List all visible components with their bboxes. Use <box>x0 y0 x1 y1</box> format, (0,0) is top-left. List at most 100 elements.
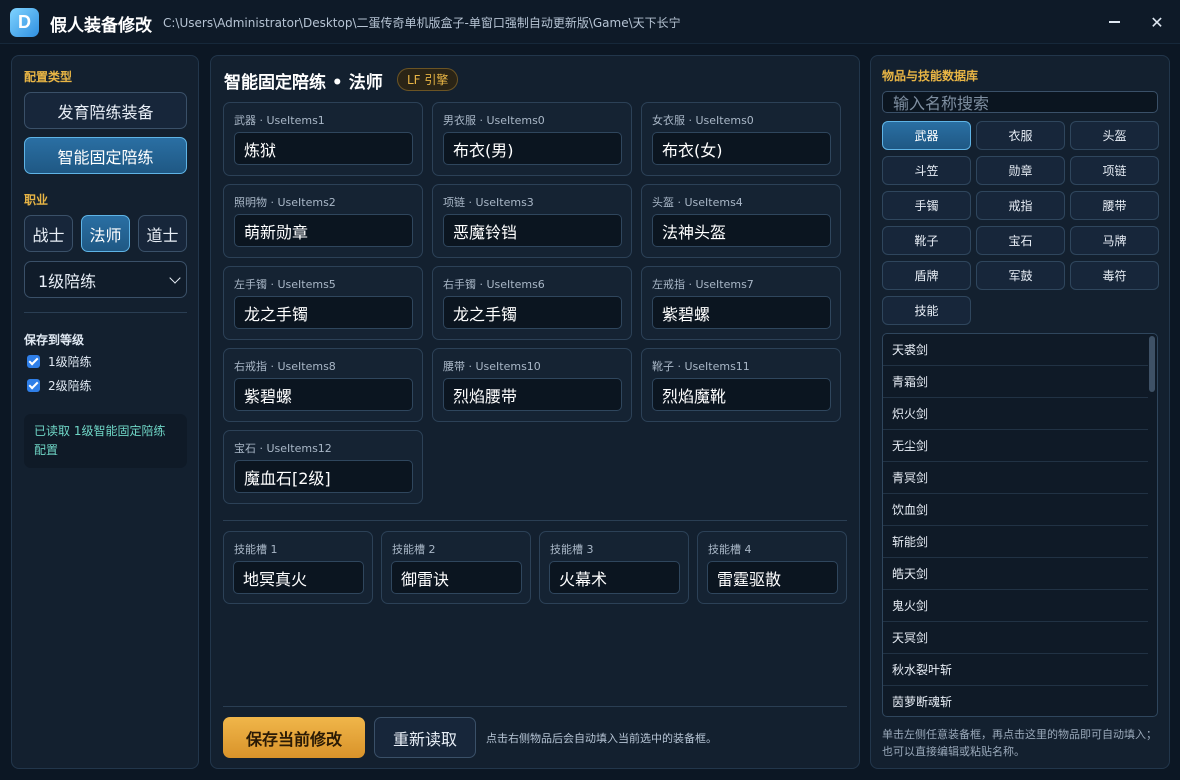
list-item[interactable]: 茵萝断魂斩 <box>883 686 1148 716</box>
equipment-slot[interactable]: 右戒指 · UseItems8 紫碧螺 <box>223 348 423 422</box>
category-button[interactable]: 勋章 <box>976 156 1065 185</box>
list-item[interactable]: 饮血剑 <box>883 494 1148 526</box>
equipment-slot-input[interactable]: 恶魔铃铛 <box>443 214 622 247</box>
database-title: 物品与技能数据库 <box>882 69 979 83</box>
profession-button-taoist[interactable]: 道士 <box>138 215 187 252</box>
equipment-slot[interactable]: 靴子 · UseItems11 烈焰魔靴 <box>641 348 841 422</box>
category-button[interactable]: 毒符 <box>1070 261 1159 290</box>
skill-slot-input[interactable]: 御雷诀 <box>391 561 522 594</box>
checkbox-label: 1级陪练 <box>48 355 92 369</box>
checkbox-checked-icon <box>27 355 40 368</box>
item-list[interactable]: 天裘剑 青霜剑 炽火剑 无尘剑 青冥剑 饮血剑 斩能剑 皓天剑 鬼火剑 天冥剑 秋水裂叶斩 茵萝断魂斩 <box>882 333 1158 717</box>
equipment-slot-input[interactable]: 魔血石[2级] <box>234 460 413 493</box>
list-item[interactable]: 秋水裂叶斩 <box>883 654 1148 686</box>
save-level-2-checkbox[interactable]: 2级陪练 <box>27 377 92 394</box>
profession-button-warrior[interactable]: 战士 <box>24 215 73 252</box>
left-panel: 配置类型 发育陪练装备 智能固定陪练 职业 战士 法师 道士 1级陪练 保存到等… <box>11 55 199 769</box>
category-button[interactable]: 头盔 <box>1070 121 1159 150</box>
save-to-level-label: 保存到等级 <box>24 333 85 347</box>
equipment-slot-label: 左手镯 · UseItems5 <box>234 278 336 291</box>
category-button[interactable]: 靴子 <box>882 226 971 255</box>
category-button[interactable]: 盾牌 <box>882 261 971 290</box>
equipment-slot-input[interactable]: 龙之手镯 <box>234 296 413 329</box>
level-select[interactable]: 1级陪练 <box>24 261 187 298</box>
equipment-slot-label: 项链 · UseItems3 <box>443 196 534 209</box>
equipment-slot-input[interactable]: 萌新勋章 <box>234 214 413 247</box>
equipment-slot[interactable]: 武器 · UseItems1 炼狱 <box>223 102 423 176</box>
scrollbar-thumb[interactable] <box>1149 336 1155 392</box>
skill-slot[interactable]: 技能槽 2 御雷诀 <box>381 531 531 604</box>
list-item[interactable]: 皓天剑 <box>883 558 1148 590</box>
search-input[interactable]: 输入名称搜索 <box>882 91 1158 113</box>
profession-button-mage[interactable]: 法师 <box>81 215 130 252</box>
close-icon: ✕ <box>1150 12 1164 32</box>
list-item[interactable]: 斩能剑 <box>883 526 1148 558</box>
category-button[interactable]: 斗笠 <box>882 156 971 185</box>
equipment-slot-input[interactable]: 龙之手镯 <box>443 296 622 329</box>
category-button[interactable]: 衣服 <box>976 121 1065 150</box>
skill-slot[interactable]: 技能槽 3 火幕术 <box>539 531 689 604</box>
config-button-develop[interactable]: 发育陪练装备 <box>24 92 187 129</box>
equipment-slot[interactable]: 宝石 · UseItems12 魔血石[2级] <box>223 430 423 504</box>
status-message: 已读取 1级智能固定陪练配置 <box>24 414 187 468</box>
equipment-slot-input[interactable]: 炼狱 <box>234 132 413 165</box>
equipment-slot[interactable]: 左戒指 · UseItems7 紫碧螺 <box>641 266 841 340</box>
equipment-slot-input[interactable]: 紫碧螺 <box>234 378 413 411</box>
skill-slot[interactable]: 技能槽 4 雷霆驱散 <box>697 531 847 604</box>
list-item[interactable]: 炽火剑 <box>883 398 1148 430</box>
equipment-slot-label: 女衣服 · UseItems0 <box>652 114 754 127</box>
list-item[interactable]: 鬼火剑 <box>883 590 1148 622</box>
list-item[interactable]: 天裘剑 <box>883 334 1148 366</box>
equipment-slot[interactable]: 头盔 · UseItems4 法神头盔 <box>641 184 841 258</box>
config-button-smart-fixed[interactable]: 智能固定陪练 <box>24 137 187 174</box>
equipment-slot[interactable]: 左手镯 · UseItems5 龙之手镯 <box>223 266 423 340</box>
list-item[interactable]: 无尘剑 <box>883 430 1148 462</box>
checkbox-label: 2级陪练 <box>48 379 92 393</box>
save-button[interactable]: 保存当前修改 <box>223 717 365 758</box>
checkbox-checked-icon <box>27 379 40 392</box>
equipment-slot[interactable]: 女衣服 · UseItems0 布衣(女) <box>641 102 841 176</box>
category-button[interactable]: 马牌 <box>1070 226 1159 255</box>
category-button[interactable]: 项链 <box>1070 156 1159 185</box>
equipment-slot[interactable]: 右手镯 · UseItems6 龙之手镯 <box>432 266 632 340</box>
category-button[interactable]: 腰带 <box>1070 191 1159 220</box>
skill-slot-input[interactable]: 火幕术 <box>549 561 680 594</box>
skill-slot-label: 技能槽 1 <box>234 543 278 556</box>
list-item[interactable]: 青冥剑 <box>883 462 1148 494</box>
category-button[interactable]: 武器 <box>882 121 971 150</box>
app-logo-icon: D <box>10 8 39 37</box>
equipment-slot-label: 男衣服 · UseItems0 <box>443 114 545 127</box>
skill-slot-input[interactable]: 地冥真火 <box>233 561 364 594</box>
divider <box>24 312 187 313</box>
category-button[interactable]: 手镯 <box>882 191 971 220</box>
skill-slot-label: 技能槽 3 <box>550 543 594 556</box>
close-button[interactable]: ✕ <box>1145 10 1169 34</box>
minimize-button[interactable] <box>1102 10 1126 34</box>
level-select-value: 1级陪练 <box>38 271 97 291</box>
skill-slot[interactable]: 技能槽 1 地冥真火 <box>223 531 373 604</box>
save-level-1-checkbox[interactable]: 1级陪练 <box>27 353 92 370</box>
equipment-slot[interactable]: 腰带 · UseItems10 烈焰腰带 <box>432 348 632 422</box>
category-button[interactable]: 军鼓 <box>976 261 1065 290</box>
category-button[interactable]: 技能 <box>882 296 971 325</box>
equipment-slot-input[interactable]: 紫碧螺 <box>652 296 831 329</box>
equipment-slot-input[interactable]: 烈焰腰带 <box>443 378 622 411</box>
equipment-slot-input[interactable]: 布衣(男) <box>443 132 622 165</box>
equipment-slot-input[interactable]: 法神头盔 <box>652 214 831 247</box>
equipment-slot[interactable]: 照明物 · UseItems2 萌新勋章 <box>223 184 423 258</box>
profession-label: 职业 <box>24 193 49 207</box>
category-button[interactable]: 宝石 <box>976 226 1065 255</box>
category-button[interactable]: 戒指 <box>976 191 1065 220</box>
equipment-slot[interactable]: 男衣服 · UseItems0 布衣(男) <box>432 102 632 176</box>
reload-button[interactable]: 重新读取 <box>374 717 476 758</box>
equipment-slot-label: 左戒指 · UseItems7 <box>652 278 754 291</box>
equipment-slot-label: 宝石 · UseItems12 <box>234 442 332 455</box>
list-item[interactable]: 青霜剑 <box>883 366 1148 398</box>
skill-slot-input[interactable]: 雷霆驱散 <box>707 561 838 594</box>
database-panel: 物品与技能数据库 输入名称搜索 武器 衣服 头盔斗笠 勋章 项链手镯 戒指 腰带靴子 宝石 马牌… <box>870 55 1170 769</box>
equipment-slot-input[interactable]: 布衣(女) <box>652 132 831 165</box>
equipment-slot-input[interactable]: 烈焰魔靴 <box>652 378 831 411</box>
equipment-slot[interactable]: 项链 · UseItems3 恶魔铃铛 <box>432 184 632 258</box>
skill-slot-label: 技能槽 2 <box>392 543 436 556</box>
list-item[interactable]: 天冥剑 <box>883 622 1148 654</box>
